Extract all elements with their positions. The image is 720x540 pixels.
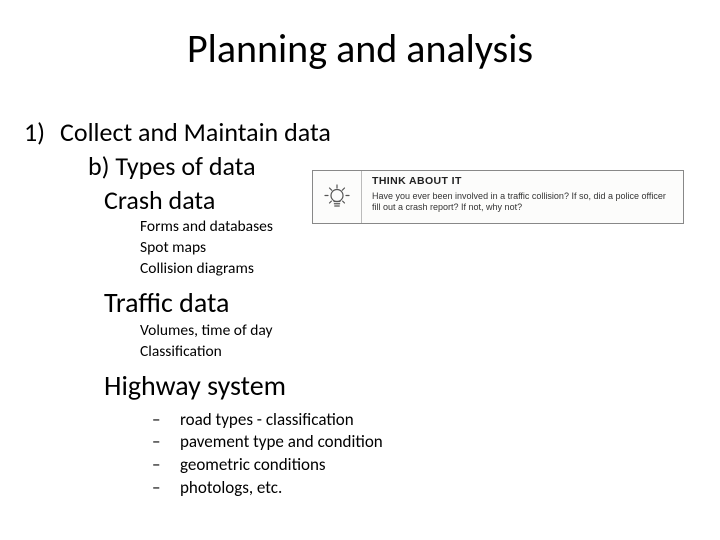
lightbulb-icon bbox=[322, 182, 352, 212]
traffic-sub-2: Classification bbox=[140, 343, 696, 362]
callout-body: Have you ever been involved in a traffic… bbox=[372, 191, 675, 214]
crash-sub-2: Spot maps bbox=[140, 239, 696, 258]
list-item: – photologs, etc. bbox=[152, 477, 696, 500]
outline-item-1-text: Collect and Maintain data bbox=[60, 116, 331, 148]
list-item: – road types - classification bbox=[152, 409, 696, 432]
outline-item-1-number: 1) bbox=[24, 116, 60, 148]
list-item: – pavement type and condition bbox=[152, 431, 696, 454]
highway-item-1: road types - classification bbox=[180, 409, 354, 432]
highway-system-heading: Highway system bbox=[104, 368, 696, 403]
list-item: – geometric conditions bbox=[152, 454, 696, 477]
slide-title: Planning and analysis bbox=[0, 24, 720, 73]
bullet-dash: – bbox=[152, 431, 180, 454]
highway-item-2: pavement type and condition bbox=[180, 431, 383, 454]
traffic-data-heading: Traffic data bbox=[104, 285, 696, 320]
highway-item-3: geometric conditions bbox=[180, 454, 326, 477]
bullet-dash: – bbox=[152, 477, 180, 500]
callout-text: THINK ABOUT IT Have you ever been involv… bbox=[362, 171, 683, 223]
slide: Planning and analysis 1)Collect and Main… bbox=[0, 0, 720, 540]
outline-item-1: 1)Collect and Maintain data bbox=[24, 116, 696, 148]
highway-list: – road types - classification – pavement… bbox=[152, 409, 696, 501]
bullet-dash: – bbox=[152, 409, 180, 432]
traffic-sub-1: Volumes, time of day bbox=[140, 322, 696, 341]
highway-item-4: photologs, etc. bbox=[180, 477, 282, 500]
think-about-it-callout: THINK ABOUT IT Have you ever been involv… bbox=[312, 170, 684, 224]
bullet-dash: – bbox=[152, 454, 180, 477]
callout-title: THINK ABOUT IT bbox=[372, 175, 675, 188]
callout-icon-cell bbox=[313, 171, 362, 223]
crash-sub-3: Collision diagrams bbox=[140, 260, 696, 279]
